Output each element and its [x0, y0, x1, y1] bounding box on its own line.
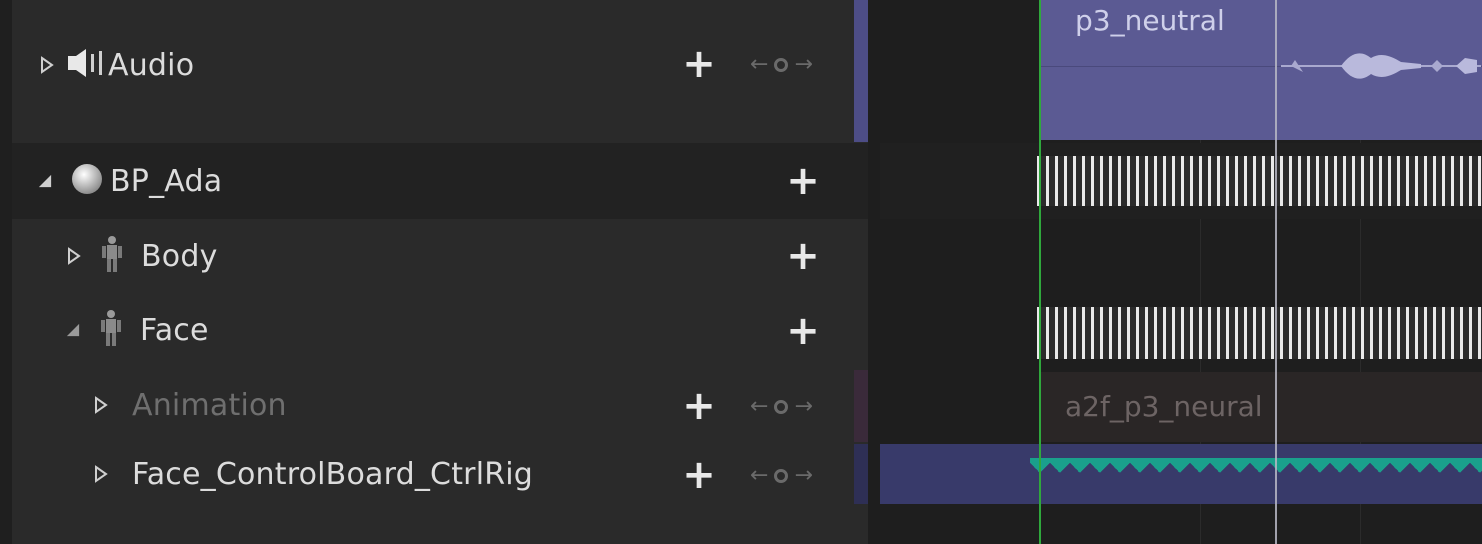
animation-section-title: a2f_p3_neural [1065, 390, 1263, 423]
expand-arrow-icon[interactable] [67, 247, 81, 265]
add-track-button-face-ctrlrig[interactable]: + [682, 455, 716, 495]
next-key-button[interactable]: → [794, 54, 812, 76]
track-row-face-ctrlrig[interactable]: Face_ControlBoard_CtrlRig [12, 449, 868, 499]
previous-key-button[interactable]: ← [750, 54, 768, 76]
audio-section-p3-neutral[interactable]: p3_neutral [1041, 0, 1482, 140]
add-key-button[interactable] [774, 58, 789, 72]
next-key-button[interactable]: → [794, 465, 812, 487]
speaker-icon [66, 46, 108, 84]
skeletal-mesh-icon [98, 308, 140, 352]
outliner-left-edge [0, 0, 12, 544]
track-label-face-ctrlrig: Face_ControlBoard_CtrlRig [132, 456, 534, 492]
add-track-button-body[interactable]: + [786, 236, 820, 276]
track-outliner: Audio + ← → BP_Ada + Body + Face + Anima… [0, 0, 880, 544]
ctrlrig-keyframes[interactable] [1030, 458, 1482, 490]
track-label-face: Face [140, 312, 209, 348]
key-navigation-animation: ← → [750, 396, 813, 418]
audio-section-title: p3_neutral [1075, 4, 1225, 37]
track-label-bp-ada: BP_Ada [110, 163, 223, 199]
audio-track-color-bar [854, 0, 868, 142]
next-key-button[interactable]: → [794, 396, 812, 418]
expand-arrow-icon[interactable] [40, 56, 54, 74]
add-key-button[interactable] [774, 469, 789, 483]
add-track-button-face[interactable]: + [786, 311, 820, 351]
track-label-body: Body [141, 238, 218, 274]
expand-arrow-icon[interactable] [94, 396, 108, 414]
collapse-arrow-icon[interactable] [66, 323, 80, 337]
animation-section[interactable]: a2f_p3_neural [1041, 372, 1482, 442]
previous-key-button[interactable]: ← [750, 396, 768, 418]
track-label-audio: Audio [108, 47, 195, 83]
track-row-body[interactable]: Body [12, 231, 868, 281]
track-row-animation[interactable]: Animation [12, 380, 868, 430]
collapse-arrow-icon[interactable] [38, 174, 52, 188]
add-key-button[interactable] [774, 400, 789, 414]
sequencer-timeline[interactable]: p3_neutral a2f_p3_neural [880, 0, 1482, 544]
add-track-button-animation[interactable]: + [682, 386, 716, 426]
track-row-face[interactable]: Face [12, 305, 868, 355]
track-label-animation: Animation [132, 387, 287, 423]
face-keyframes[interactable] [1037, 307, 1482, 359]
key-navigation-audio: ← → [750, 54, 813, 76]
playback-start-marker[interactable] [1039, 0, 1041, 544]
expand-arrow-icon[interactable] [94, 465, 108, 483]
ctrlrig-track-color-bar [854, 444, 868, 504]
bp-ada-keyframes[interactable] [1037, 156, 1482, 206]
add-track-button-bp-ada[interactable]: + [786, 161, 820, 201]
audio-waveform [1281, 53, 1481, 79]
add-track-button-audio[interactable]: + [682, 44, 716, 84]
key-navigation-face-ctrlrig: ← → [750, 465, 813, 487]
animation-track-color-bar [854, 370, 868, 442]
previous-key-button[interactable]: ← [750, 465, 768, 487]
track-row-audio[interactable]: Audio [12, 40, 868, 90]
playhead[interactable] [1275, 0, 1277, 544]
skeletal-mesh-icon [99, 234, 141, 278]
sphere-icon [70, 162, 110, 200]
track-row-bp-ada[interactable]: BP_Ada [12, 156, 868, 206]
